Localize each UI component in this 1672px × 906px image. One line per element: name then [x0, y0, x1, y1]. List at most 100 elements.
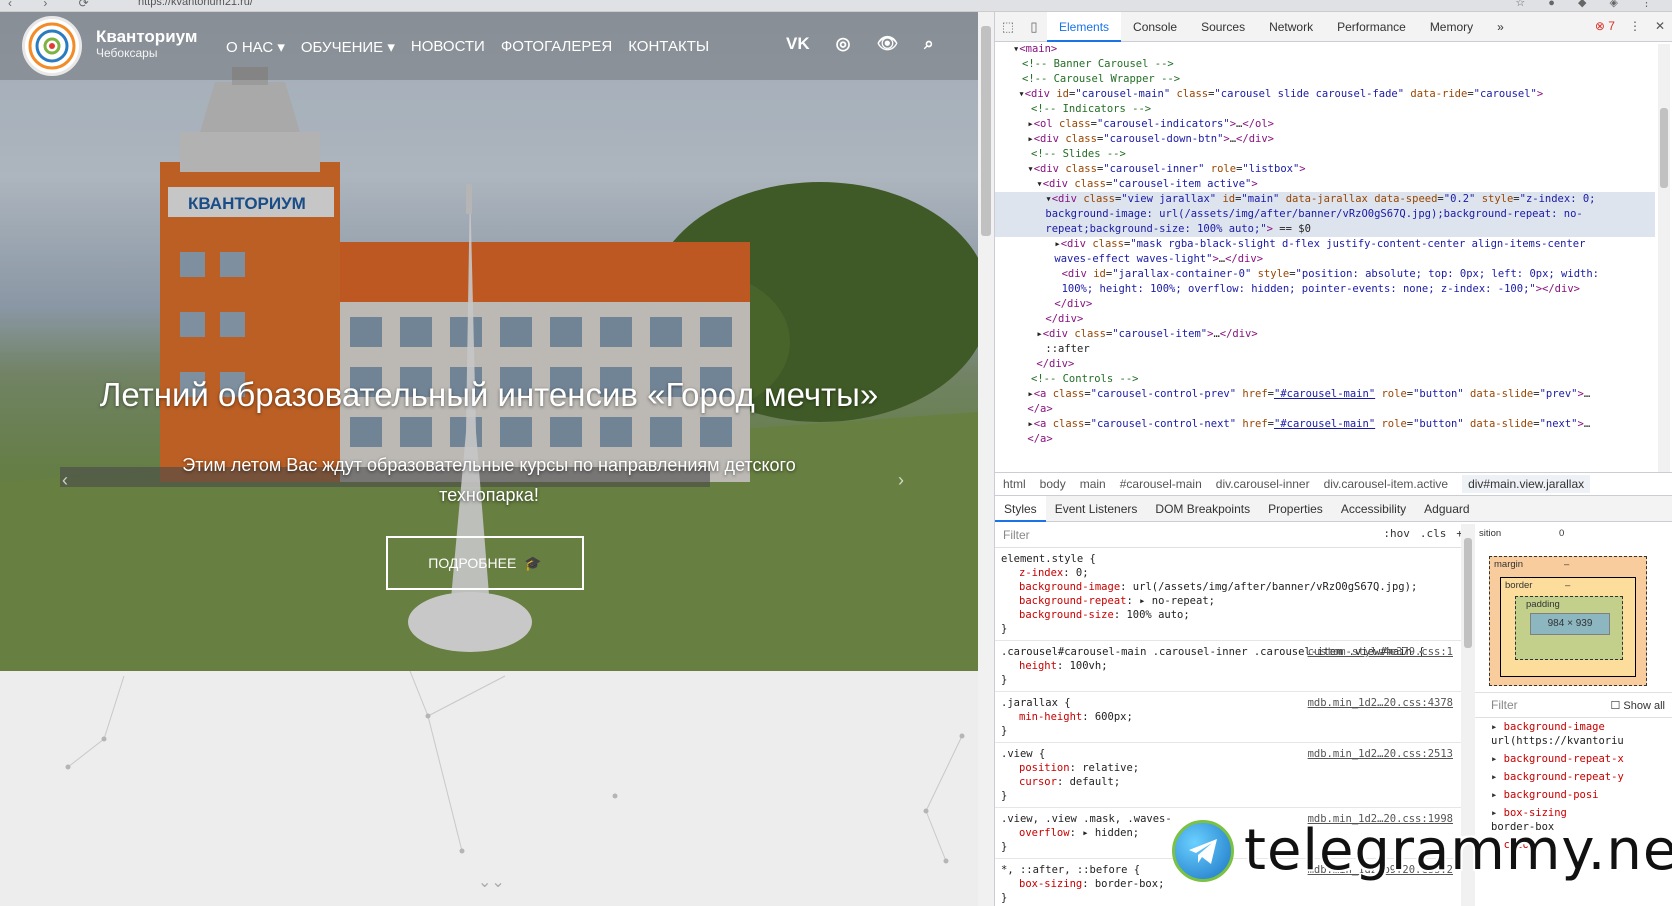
site-logo[interactable]	[22, 16, 82, 76]
dom-node-line[interactable]: ▾<div class="carousel-inner" role="listb…	[995, 162, 1655, 177]
breadcrumb-item[interactable]: html	[1003, 477, 1026, 491]
inspect-element-icon[interactable]: ⬚	[995, 19, 1021, 35]
dom-node-line[interactable]: <!-- Controls -->	[995, 372, 1655, 387]
tab-network[interactable]: Network	[1257, 12, 1325, 42]
css-property[interactable]: cursor: default;	[1001, 775, 1453, 789]
error-count-badge[interactable]: ⊗ 7	[1595, 19, 1615, 33]
breadcrumb-item[interactable]: main	[1080, 477, 1106, 491]
breadcrumb-item[interactable]: #carousel-main	[1120, 477, 1202, 491]
dom-node-line[interactable]: <!-- Banner Carousel -->	[995, 57, 1655, 72]
styles-scrollbar-thumb[interactable]	[1464, 538, 1472, 648]
css-rule[interactable]: .view {mdb.min_1d2…20.css:2513 position: …	[995, 743, 1461, 808]
dom-node-line[interactable]: ▸<a class="carousel-control-prev" href="…	[995, 387, 1655, 402]
instagram-icon[interactable]: ◎	[836, 34, 851, 54]
visually-impaired-eye-icon[interactable]: 👁	[876, 34, 898, 54]
dom-node-line[interactable]: <!-- Slides -->	[995, 147, 1655, 162]
computed-property[interactable]: ▸ background-image url(https://kvantoriu	[1475, 718, 1672, 750]
css-source-link[interactable]: mdb.min_1d2…20.css:4378	[1308, 696, 1453, 710]
address-bar[interactable]: https://kvantorium21.ru/	[138, 0, 253, 8]
carousel-next-arrow[interactable]: ›	[898, 470, 904, 491]
computed-filter-input[interactable]: Filter ☐ Show all	[1475, 692, 1672, 718]
close-icon[interactable]: ✕	[1655, 19, 1665, 33]
breadcrumb-item[interactable]: div#main.view.jarallax	[1462, 475, 1591, 493]
page-scrollbar-thumb[interactable]	[981, 26, 991, 236]
browser-nav-buttons[interactable]: ‹ › ⟳	[8, 0, 103, 10]
browser-extensions[interactable]: ☆ ● ◆ ◈ ⋮	[1515, 0, 1662, 9]
search-icon[interactable]: ⌕	[924, 34, 934, 54]
css-property[interactable]: position: relative;	[1001, 761, 1453, 775]
dom-scrollbar[interactable]	[1658, 44, 1670, 472]
tab-console[interactable]: Console	[1121, 12, 1189, 42]
menu-item-news[interactable]: НОВОСТИ	[411, 38, 485, 56]
box-content-size[interactable]: 984 × 939	[1530, 613, 1610, 635]
css-selector[interactable]: element.style {	[1001, 552, 1453, 566]
tab-properties[interactable]: Properties	[1259, 496, 1332, 522]
css-property[interactable]: background-image: url(/assets/img/after/…	[1001, 580, 1453, 594]
tab-sources[interactable]: Sources	[1189, 12, 1257, 42]
css-property[interactable]: background-repeat: ▸ no-repeat;	[1001, 594, 1453, 608]
site-brand[interactable]: Кванториум Чебоксары	[96, 28, 197, 61]
computed-property[interactable]: ▸ background-repeat-y	[1475, 768, 1672, 786]
menu-item-gallery[interactable]: ФОТОГАЛЕРЕЯ	[501, 38, 612, 56]
dom-node-line[interactable]: </a>	[995, 432, 1655, 447]
dom-scrollbar-thumb[interactable]	[1660, 108, 1668, 188]
menu-item-about[interactable]: О НАС ▾	[226, 38, 285, 56]
device-toolbar-icon[interactable]: ▯	[1021, 19, 1047, 35]
dom-node-line[interactable]: waves-effect waves-light">…</div>	[995, 252, 1655, 267]
tab-event-listeners[interactable]: Event Listeners	[1046, 496, 1147, 522]
css-source-link[interactable]: custom-styl…4e379.css:1	[1308, 645, 1453, 659]
cls-toggle[interactable]: .cls	[1420, 527, 1447, 540]
dom-node-line[interactable]: ▾<main>	[995, 42, 1655, 57]
dom-node-line[interactable]: ▸<div class="carousel-item">…</div>	[995, 327, 1655, 342]
tab-memory[interactable]: Memory	[1418, 12, 1485, 42]
box-border[interactable]: border – padding 984 × 939	[1500, 577, 1636, 677]
dom-node-line[interactable]: </div>	[995, 297, 1655, 312]
breadcrumb-item[interactable]: div.carousel-inner	[1216, 477, 1310, 491]
dom-node-line[interactable]: <div id="jarallax-container-0" style="po…	[995, 267, 1655, 282]
tab-dom-breakpoints[interactable]: DOM Breakpoints	[1146, 496, 1259, 522]
menu-item-education[interactable]: ОБУЧЕНИЕ ▾	[301, 38, 395, 56]
dom-node-line[interactable]: <!-- Indicators -->	[995, 102, 1655, 117]
breadcrumb-item[interactable]: div.carousel-item.active	[1324, 477, 1449, 491]
more-button[interactable]: ПОДРОБНЕЕ 🎓	[386, 536, 584, 590]
dom-node-line[interactable]: repeat;background-size: 100% auto;"> == …	[995, 222, 1655, 237]
css-rule[interactable]: .jarallax {mdb.min_1d2…20.css:4378 min-he…	[995, 692, 1461, 743]
dom-node-line[interactable]: <!-- Carousel Wrapper -->	[995, 72, 1655, 87]
tab-accessibility[interactable]: Accessibility	[1332, 496, 1415, 522]
kebab-menu-icon[interactable]: ⋮	[1629, 19, 1641, 33]
dom-node-line[interactable]: 100%; height: 100%; overflow: hidden; po…	[995, 282, 1655, 297]
dom-node-line[interactable]: </div>	[995, 357, 1655, 372]
box-padding[interactable]: padding 984 × 939	[1515, 596, 1623, 660]
dom-node-line[interactable]: </a>	[995, 402, 1655, 417]
css-property[interactable]: z-index: 0;	[1001, 566, 1453, 580]
dom-node-line[interactable]: background-image: url(/assets/img/after/…	[995, 207, 1655, 222]
dom-node-line[interactable]: ▾<div id="carousel-main" class="carousel…	[995, 87, 1655, 102]
tab-adguard[interactable]: Adguard	[1415, 496, 1478, 522]
dom-node-line[interactable]: ▸<div class="mask rgba-black-slight d-fl…	[995, 237, 1655, 252]
breadcrumb-item[interactable]: body	[1040, 477, 1066, 491]
dom-node-line[interactable]: ::after	[995, 342, 1655, 357]
tab-elements[interactable]: Elements	[1047, 11, 1122, 42]
css-rule[interactable]: .carousel#carousel-main .carousel-inner …	[995, 641, 1461, 692]
box-margin[interactable]: margin – border – padding 984 × 939	[1489, 556, 1647, 686]
dom-node-line[interactable]: </div>	[995, 312, 1655, 327]
css-rule[interactable]: element.style {z-index: 0; background-ima…	[995, 548, 1461, 641]
css-property[interactable]: min-height: 600px;	[1001, 710, 1453, 724]
styles-filter-input[interactable]: Filter :hov .cls +	[995, 522, 1475, 548]
dom-node-line[interactable]: ▾<div class="view jarallax" id="main" da…	[995, 192, 1655, 207]
dom-node-line[interactable]: ▸<a class="carousel-control-next" href="…	[995, 417, 1655, 432]
carousel-prev-arrow[interactable]: ‹	[62, 470, 68, 491]
dom-node-line[interactable]: ▸<ol class="carousel-indicators">…</ol>	[995, 117, 1655, 132]
css-source-link[interactable]: mdb.min_1d2…20.css:2513	[1308, 747, 1453, 761]
show-all-checkbox[interactable]: ☐ Show all	[1611, 699, 1666, 712]
css-property[interactable]: height: 100vh;	[1001, 659, 1453, 673]
tab-performance[interactable]: Performance	[1325, 12, 1418, 42]
dom-node-line[interactable]: ▸<div class="carousel-down-btn">…</div>	[995, 132, 1655, 147]
page-scrollbar[interactable]	[978, 12, 994, 906]
computed-property[interactable]: ▸ background-posi	[1475, 786, 1672, 804]
css-property[interactable]: background-size: 100% auto;	[1001, 608, 1453, 622]
computed-property[interactable]: ▸ background-repeat-x	[1475, 750, 1672, 768]
vk-icon[interactable]: VK	[786, 34, 810, 54]
tab-more[interactable]: »	[1485, 12, 1516, 42]
dom-node-line[interactable]: ▾<div class="carousel-item active">	[995, 177, 1655, 192]
